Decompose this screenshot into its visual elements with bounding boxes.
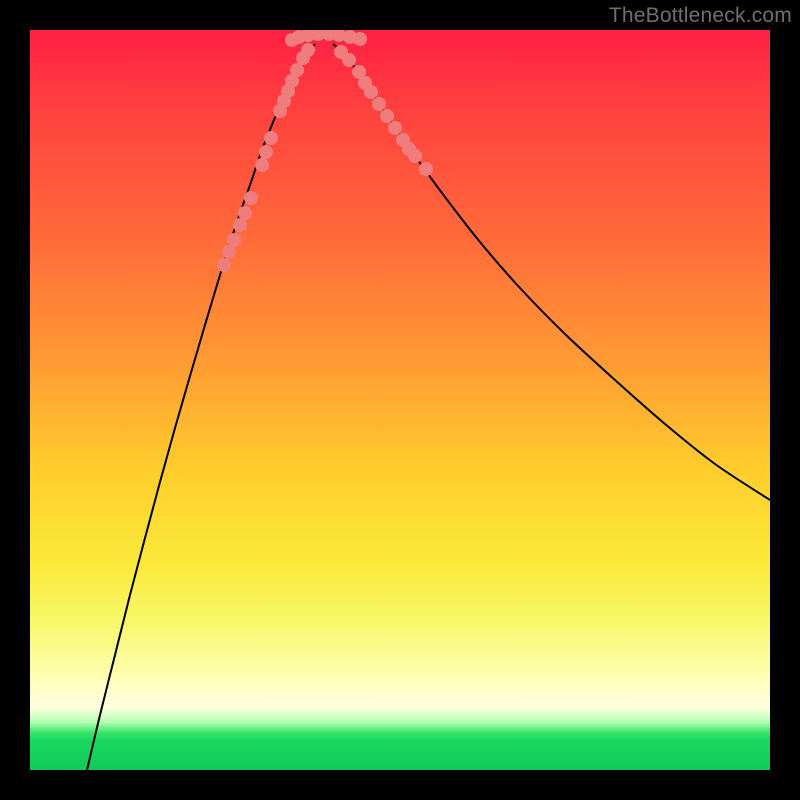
dot xyxy=(227,233,241,247)
dot xyxy=(264,131,278,145)
dot xyxy=(255,158,269,172)
dot xyxy=(342,53,356,67)
dot xyxy=(372,97,386,111)
dot xyxy=(244,191,258,205)
chart-frame: TheBottleneck.com xyxy=(0,0,800,800)
dot xyxy=(259,145,273,159)
curve-left-curve xyxy=(87,44,315,770)
dot xyxy=(380,109,394,123)
plot-area xyxy=(30,30,770,770)
dot xyxy=(301,43,315,57)
dot xyxy=(217,258,231,272)
dot xyxy=(408,149,422,163)
chart-svg xyxy=(30,30,770,770)
curve-right-curve xyxy=(333,44,770,500)
watermark-text: TheBottleneck.com xyxy=(609,4,792,28)
dot xyxy=(353,32,367,46)
dot xyxy=(233,218,247,232)
dot xyxy=(364,85,378,99)
dot xyxy=(388,121,402,135)
dot xyxy=(238,206,252,220)
dot xyxy=(419,162,433,176)
dot xyxy=(290,63,304,77)
dot xyxy=(222,245,236,259)
